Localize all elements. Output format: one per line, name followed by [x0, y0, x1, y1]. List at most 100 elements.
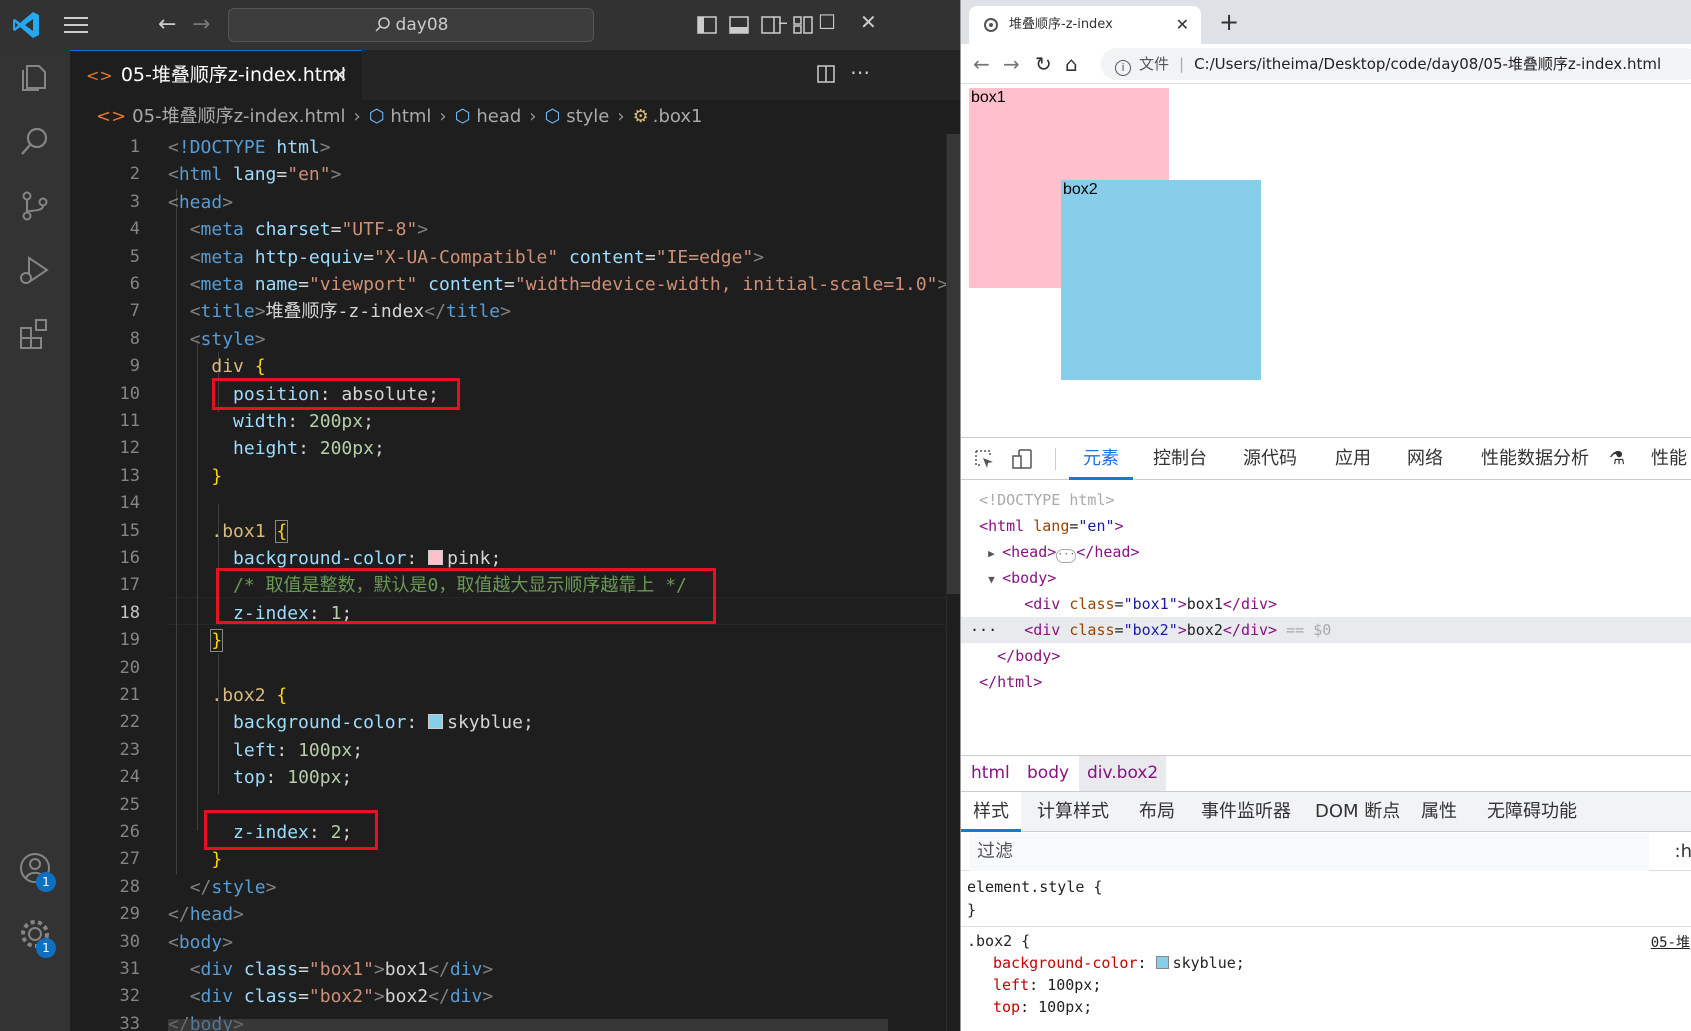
line-number: 20	[119, 657, 140, 678]
subtab-properties[interactable]: 属性	[1421, 792, 1457, 832]
devtools-tab-performance[interactable]: 性能	[1651, 438, 1687, 480]
element-cube-icon: ⬡	[544, 106, 561, 127]
element-style-open: element.style {	[967, 878, 1103, 896]
line-number: 7	[129, 301, 140, 322]
subtab-computed[interactable]: 计算样式	[1037, 792, 1109, 832]
styles-pane: element.style { } .box2 { 05-堆 backgroun…	[961, 872, 1691, 1031]
page-viewport: box1 box2	[961, 85, 1691, 437]
collapse-triangle-icon[interactable]: ▼	[988, 567, 1002, 593]
tab-close-icon[interactable]: ✕	[331, 51, 348, 99]
devtools-tab-application[interactable]: 应用	[1335, 438, 1371, 480]
subtab-layout[interactable]: 布局	[1139, 792, 1175, 832]
breadcrumb-file[interactable]: 05-堆叠顺序z-index.html	[132, 106, 345, 127]
ellipsis-icon[interactable]: ···	[1056, 549, 1077, 563]
back-arrow-icon[interactable]: ←	[158, 12, 176, 37]
code-line-4: <meta charset="UTF-8">	[189, 219, 429, 241]
dom-html[interactable]: <html lang="en">	[961, 513, 1691, 539]
toggle-panel-icon[interactable]	[728, 14, 750, 36]
dt-crumb-body[interactable]: body	[1027, 756, 1069, 791]
code-editor[interactable]: 1 2 3 4 5 6 7 8 9 10 11 12 13 14 15 16 17 18 19 20 21 22 23 24 2…	[70, 134, 960, 1031]
expand-triangle-icon[interactable]: ▶	[988, 541, 1002, 567]
devtools-panel: 元素 控制台 源代码 应用 网络 性能数据分析 ⚗ 性能 <!DOCTYPE h…	[961, 437, 1691, 1031]
devtools-tab-network[interactable]: 网络	[1407, 438, 1443, 480]
address-bar[interactable]: i 文件 | C:/Users/itheima/Desktop/code/day08/…	[1101, 48, 1691, 80]
line-number: 31	[119, 959, 140, 979]
editor-horizontal-scrollbar[interactable]	[168, 1019, 888, 1031]
run-and-debug-icon[interactable]	[17, 252, 53, 288]
color-swatch-pink[interactable]	[428, 550, 444, 565]
hover-state-toggle[interactable]: :h	[1675, 833, 1691, 871]
source-control-icon[interactable]	[17, 188, 53, 224]
dom-body[interactable]: ▼ <body>	[961, 565, 1691, 591]
devtools-tab-console[interactable]: 控制台	[1153, 438, 1207, 480]
breadcrumb-style[interactable]: style	[566, 106, 609, 127]
extensions-icon[interactable]	[17, 316, 53, 352]
home-icon[interactable]: ⌂	[1065, 52, 1078, 76]
rule-prop-top[interactable]: top: 100px;	[993, 996, 1092, 1018]
code-line-29: </head>	[168, 904, 244, 926]
breadcrumb-selector[interactable]: .box1	[653, 106, 703, 127]
dt-crumb-html[interactable]: html	[971, 756, 1010, 791]
customize-layout-icon[interactable]	[792, 14, 814, 36]
search-icon[interactable]	[17, 124, 53, 160]
tab-active-file[interactable]: <> 05-堆叠顺序z-index.html ✕	[70, 50, 362, 100]
subtab-event-listeners[interactable]: 事件监听器	[1201, 792, 1291, 832]
minimize-icon[interactable]: –	[778, 10, 788, 34]
browser-toolbar: ← → ↻ ⌂ i 文件 | C:/Users/itheima/Desktop/cod…	[961, 44, 1691, 84]
rule-prop-background[interactable]: background-color: skyblue;	[993, 952, 1245, 974]
code-line-15: .box1 {	[211, 519, 289, 543]
devtools-tab-elements[interactable]: 元素	[1069, 438, 1133, 480]
code-line-13: }	[211, 465, 223, 487]
scrollbar-thumb[interactable]	[947, 134, 960, 594]
address-url: C:/Users/itheima/Desktop/code/day08/05-堆…	[1194, 55, 1662, 73]
breadcrumb-html[interactable]: html	[390, 106, 431, 127]
forward-arrow-icon[interactable]: →	[192, 12, 210, 37]
breadcrumb-head[interactable]: head	[476, 106, 521, 127]
maximize-icon[interactable]: ☐	[818, 10, 836, 34]
dom-body-close[interactable]: </body>	[961, 643, 1691, 669]
device-toolbar-icon[interactable]	[1011, 448, 1033, 470]
breadcrumb-separator: ›	[617, 106, 625, 127]
explorer-icon[interactable]	[17, 60, 53, 96]
code-line-27: }	[211, 849, 223, 871]
reload-icon[interactable]: ↻	[1035, 52, 1052, 76]
line-number: 26	[119, 822, 140, 842]
styles-filter-bar: 过滤 :h	[961, 833, 1691, 871]
browser-forward-icon[interactable]: →	[1003, 52, 1020, 76]
flask-icon: ⚗	[1609, 448, 1626, 469]
devtools-tab-sources[interactable]: 源代码	[1243, 438, 1297, 480]
dom-div-box1[interactable]: <div class="box1">box1</div>	[961, 591, 1691, 617]
toggle-primary-sidebar-icon[interactable]	[696, 14, 718, 36]
subtab-dom-breakpoints[interactable]: DOM 断点	[1315, 792, 1400, 832]
menu-icon[interactable]	[62, 12, 92, 38]
rule-prop-left[interactable]: left: 100px;	[993, 974, 1101, 996]
devtools-tab-performance-insights[interactable]: 性能数据分析	[1481, 438, 1589, 480]
color-swatch-skyblue[interactable]	[428, 714, 444, 730]
breadcrumb-separator: ›	[529, 106, 537, 127]
close-icon[interactable]: ✕	[860, 10, 877, 34]
line-number: 3	[129, 191, 140, 212]
subtab-styles[interactable]: 样式	[961, 792, 1021, 832]
subtab-accessibility[interactable]: 无障碍功能	[1487, 792, 1577, 832]
rule-source-link[interactable]: 05-堆	[1651, 932, 1690, 952]
code-line-1: <!DOCTYPE html>	[168, 137, 331, 158]
new-tab-icon[interactable]: +	[1219, 8, 1239, 36]
more-actions-icon[interactable]: ⋯	[850, 60, 870, 84]
dom-html-close[interactable]: </html>	[961, 669, 1691, 695]
browser-tab-close-icon[interactable]: ✕	[1176, 6, 1189, 44]
inspect-element-icon[interactable]	[973, 448, 995, 470]
line-number: 14	[119, 493, 140, 514]
browser-back-icon[interactable]: ←	[973, 52, 990, 76]
command-center-search[interactable]: day08	[228, 8, 594, 42]
browser-tab-active[interactable]: 堆叠顺序-z-index ✕	[969, 6, 1201, 44]
line-number: 6	[129, 274, 140, 294]
split-editor-icon[interactable]	[816, 64, 836, 89]
dom-head[interactable]: ▶ <head>···</head>	[961, 539, 1691, 565]
color-swatch-skyblue[interactable]	[1155, 956, 1169, 969]
site-info-icon[interactable]: i	[1115, 60, 1131, 76]
dt-crumb-div-box2[interactable]: div.box2	[1079, 756, 1167, 791]
styles-filter-input[interactable]: 过滤	[969, 833, 1649, 871]
dom-div-box2-selected[interactable]: ··· <div class="box2">box2</div> == $0	[961, 617, 1691, 643]
dom-doctype[interactable]: <!DOCTYPE html>	[961, 487, 1691, 513]
editor-vertical-scrollbar[interactable]	[946, 134, 960, 1031]
